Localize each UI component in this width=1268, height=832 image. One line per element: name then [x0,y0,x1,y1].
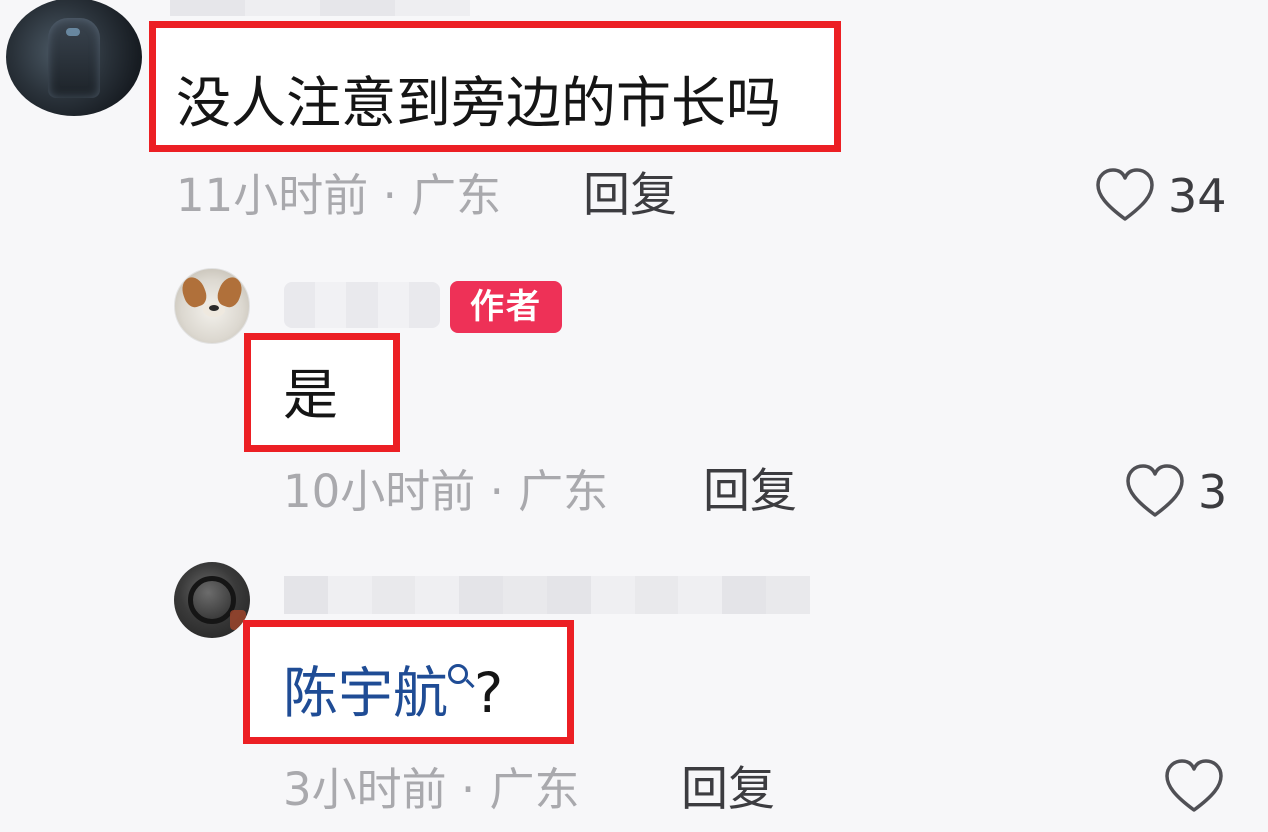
heart-outline-icon[interactable] [1124,463,1186,519]
like-count: 34 [1168,169,1227,223]
avatar[interactable] [174,562,250,638]
reply-button[interactable]: 回复 [703,464,797,520]
comment-meta: 3小时前 · 广东 [283,763,580,816]
blurred-username [284,576,810,614]
like-count: 3 [1198,465,1228,519]
comment-suffix: ? [474,661,504,725]
reply-button[interactable]: 回复 [681,762,775,818]
comment-meta: 10小时前 · 广东 [283,465,609,518]
author-badge: 作者 [450,281,562,333]
comment-thread: 没人注意到旁边的市长吗 11小时前 · 广东 回复 34 作者 是 10小时前 … [0,0,1268,832]
heart-outline-icon[interactable] [1163,758,1225,814]
avatar[interactable] [6,0,142,116]
search-icon[interactable] [448,664,475,700]
blurred-username [284,282,440,328]
avatar[interactable] [174,268,250,344]
heart-outline-icon[interactable] [1094,167,1156,223]
comment-meta: 11小时前 · 广东 [176,169,502,222]
blurred-username [170,0,470,16]
comment-text: 是 [283,363,339,427]
comment-text: 陈宇航? [283,660,503,726]
search-link[interactable]: 陈宇航 [283,661,448,725]
comment-text: 没人注意到旁边的市长吗 [176,71,782,135]
reply-button[interactable]: 回复 [583,168,677,224]
